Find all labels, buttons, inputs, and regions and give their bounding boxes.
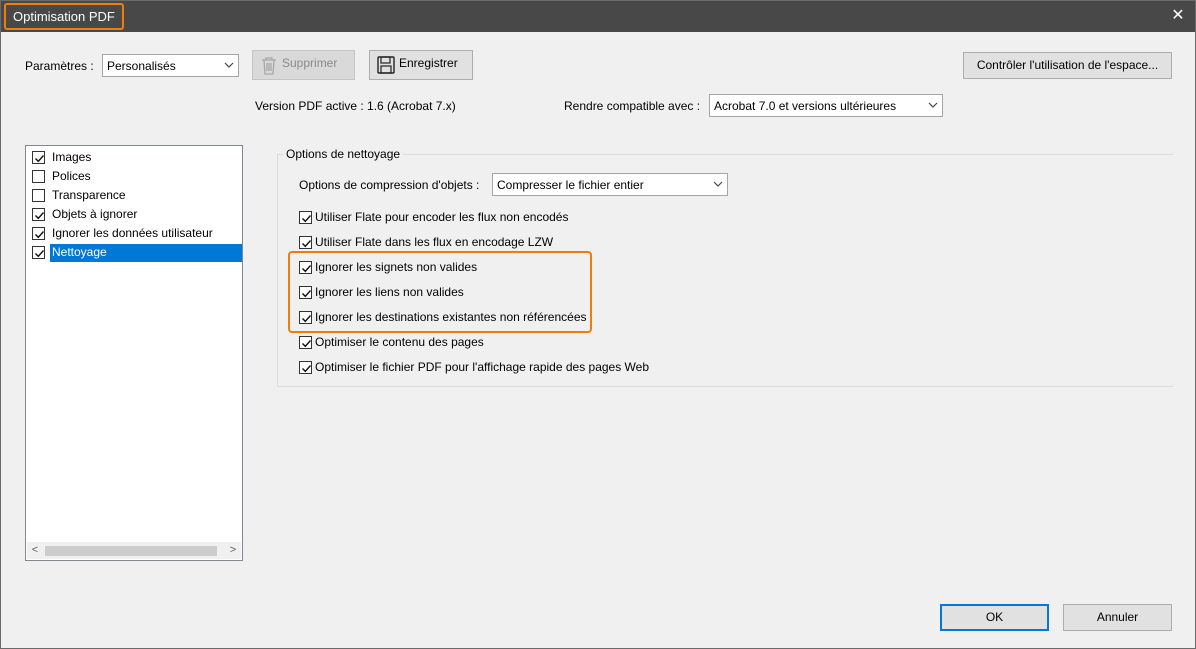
compress-label: Options de compression d'objets :: [299, 178, 480, 192]
panel-item-label: Images: [52, 150, 92, 164]
panel-checkbox[interactable]: [32, 246, 45, 259]
close-icon[interactable]: ✕: [1167, 5, 1189, 27]
floppy-disk-icon: [377, 56, 395, 84]
panel-item-ignorer-donnees[interactable]: Ignorer les données utilisateur: [30, 224, 242, 243]
scroll-left-icon[interactable]: <: [29, 544, 41, 556]
window-title: Optimisation PDF: [4, 3, 124, 30]
params-select[interactable]: Personalisés: [102, 54, 239, 77]
cleanup-group-title: Options de nettoyage: [283, 147, 404, 161]
scroll-right-icon[interactable]: >: [227, 544, 239, 556]
ok-button[interactable]: OK: [940, 604, 1049, 631]
save-button[interactable]: Enregistrer: [369, 50, 473, 80]
check-space-usage-button[interactable]: Contrôler l'utilisation de l'espace...: [963, 52, 1172, 79]
params-selected-value: Personalisés: [107, 59, 176, 73]
panel-checkbox[interactable]: [32, 227, 45, 240]
option-label: Utiliser Flate dans les flux en encodage…: [315, 235, 554, 249]
delete-button[interactable]: Supprimer: [252, 50, 355, 80]
option-label: Optimiser le fichier PDF pour l'affichag…: [315, 360, 650, 374]
cancel-button[interactable]: Annuler: [1063, 604, 1172, 631]
panel-item-polices[interactable]: Polices: [30, 167, 242, 186]
panel-item-nettoyage[interactable]: Nettoyage: [30, 243, 242, 262]
compat-selected-value: Acrobat 7.0 et versions ultérieures: [714, 99, 897, 113]
panel-item-label: Objets à ignorer: [52, 207, 138, 221]
chevron-down-icon[interactable]: [709, 174, 727, 195]
compat-label: Rendre compatible avec :: [564, 99, 701, 113]
trash-icon: [260, 56, 278, 85]
panel-item-images[interactable]: Images: [30, 148, 242, 167]
option-checkbox[interactable]: [299, 236, 312, 249]
delete-button-label: Supprimer: [282, 56, 338, 70]
params-label: Paramètres :: [25, 59, 94, 73]
panel-item-objets-a-ignorer[interactable]: Objets à ignorer: [30, 205, 242, 224]
option-checkbox[interactable]: [299, 361, 312, 374]
panel-checkbox[interactable]: [32, 151, 45, 164]
compress-select[interactable]: Compresser le fichier entier: [492, 173, 728, 196]
option-label: Utiliser Flate pour encoder les flux non…: [315, 210, 569, 224]
title-bar: Optimisation PDF ✕: [1, 1, 1195, 32]
panel-checkbox[interactable]: [32, 208, 45, 221]
pdf-version-label: Version PDF active : 1.6 (Acrobat 7.x): [255, 99, 456, 113]
group-border-left: [277, 154, 278, 386]
panel-item-label: Transparence: [52, 188, 126, 202]
panel-item-label: Nettoyage: [50, 244, 242, 262]
panel-item-transparence[interactable]: Transparence: [30, 186, 242, 205]
pdf-optimizer-dialog: Optimisation PDF ✕ Paramètres : Personal…: [0, 0, 1196, 649]
panel-checkbox[interactable]: [32, 189, 45, 202]
group-border-bottom: [277, 386, 1173, 387]
panel-item-label: Ignorer les données utilisateur: [52, 226, 213, 240]
group-border-top: [277, 154, 1173, 155]
panel-list[interactable]: Images Polices Transparence Objets à ign…: [25, 145, 243, 561]
option-checkbox[interactable]: [299, 211, 312, 224]
compress-selected-value: Compresser le fichier entier: [497, 178, 644, 192]
scrollbar-thumb[interactable]: [45, 546, 217, 556]
horizontal-scrollbar[interactable]: < >: [27, 542, 241, 559]
save-button-label: Enregistrer: [399, 56, 458, 70]
panel-item-label: Polices: [52, 169, 91, 183]
chevron-down-icon[interactable]: [924, 95, 942, 116]
panel-checkbox[interactable]: [32, 170, 45, 183]
option-checkbox[interactable]: [299, 336, 312, 349]
option-label: Optimiser le contenu des pages: [315, 335, 484, 349]
highlight-frame: [288, 251, 592, 333]
chevron-down-icon[interactable]: [220, 55, 238, 76]
compat-select[interactable]: Acrobat 7.0 et versions ultérieures: [709, 94, 943, 117]
